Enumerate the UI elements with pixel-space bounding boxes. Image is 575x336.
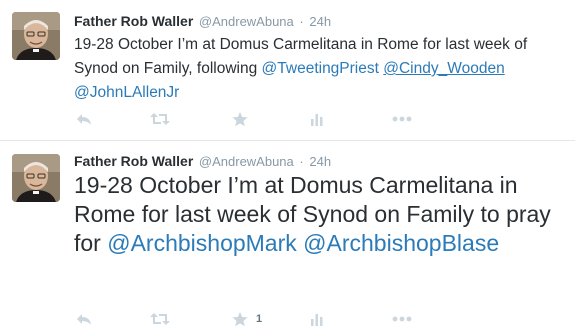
tweet-text-expanded: 19-28 October I’m at Domus Carmelitana i… [74,171,574,258]
mention-link[interactable]: @TweetingPriest [262,60,379,77]
mention-link[interactable]: @Cindy_Wooden [383,60,504,77]
author-name[interactable]: Father Rob Waller [74,153,193,169]
retweet-icon [150,313,170,325]
avatar[interactable] [12,12,60,60]
star-icon [232,111,248,126]
reply-icon [77,114,91,125]
retweet-icon [150,113,170,125]
mention-link[interactable]: @ArchbishopMark [107,230,297,256]
tweet-1[interactable]: Father Rob Waller @AndrewAbuna · 24h 19-… [0,0,575,140]
more-button[interactable] [392,311,412,327]
reply-button[interactable] [76,311,92,327]
tweet-2[interactable]: Father Rob Waller @AndrewAbuna · 24h 19-… [0,141,575,336]
more-dots-icon [392,316,412,322]
mention-link[interactable]: @JohnLAllenJr [74,84,179,101]
timestamp[interactable]: 24h [309,154,331,169]
tweet-text: 19-28 October I’m at Domus Carmelitana i… [74,33,564,105]
star-icon [232,311,248,326]
bar-chart-icon [311,114,323,126]
more-dots-icon [392,116,412,122]
timestamp[interactable]: 24h [309,14,331,29]
retweet-button[interactable] [150,311,170,327]
bar-chart-icon [311,314,323,326]
favorite-count: 1 [256,313,263,325]
tweet-header: Father Rob Waller @AndrewAbuna · 24h [74,153,331,170]
separator-dot: · [299,154,304,169]
tweet-header: Father Rob Waller @AndrewAbuna · 24h [74,13,331,30]
favorite-button[interactable] [232,111,256,127]
avatar[interactable] [12,154,60,202]
avatar-photo [12,12,60,60]
separator-dot: · [299,14,304,29]
author-name[interactable]: Father Rob Waller [74,13,193,29]
stats-button[interactable] [311,111,323,127]
author-handle[interactable]: @AndrewAbuna [199,154,294,169]
author-handle[interactable]: @AndrewAbuna [199,14,294,29]
retweet-button[interactable] [150,111,170,127]
avatar-photo [12,154,60,202]
reply-button[interactable] [76,111,92,127]
favorite-button[interactable]: 1 [232,311,262,327]
reply-icon [77,314,91,325]
more-button[interactable] [392,111,412,127]
stats-button[interactable] [311,311,323,327]
mention-link[interactable]: @ArchbishopBlase [303,230,499,256]
